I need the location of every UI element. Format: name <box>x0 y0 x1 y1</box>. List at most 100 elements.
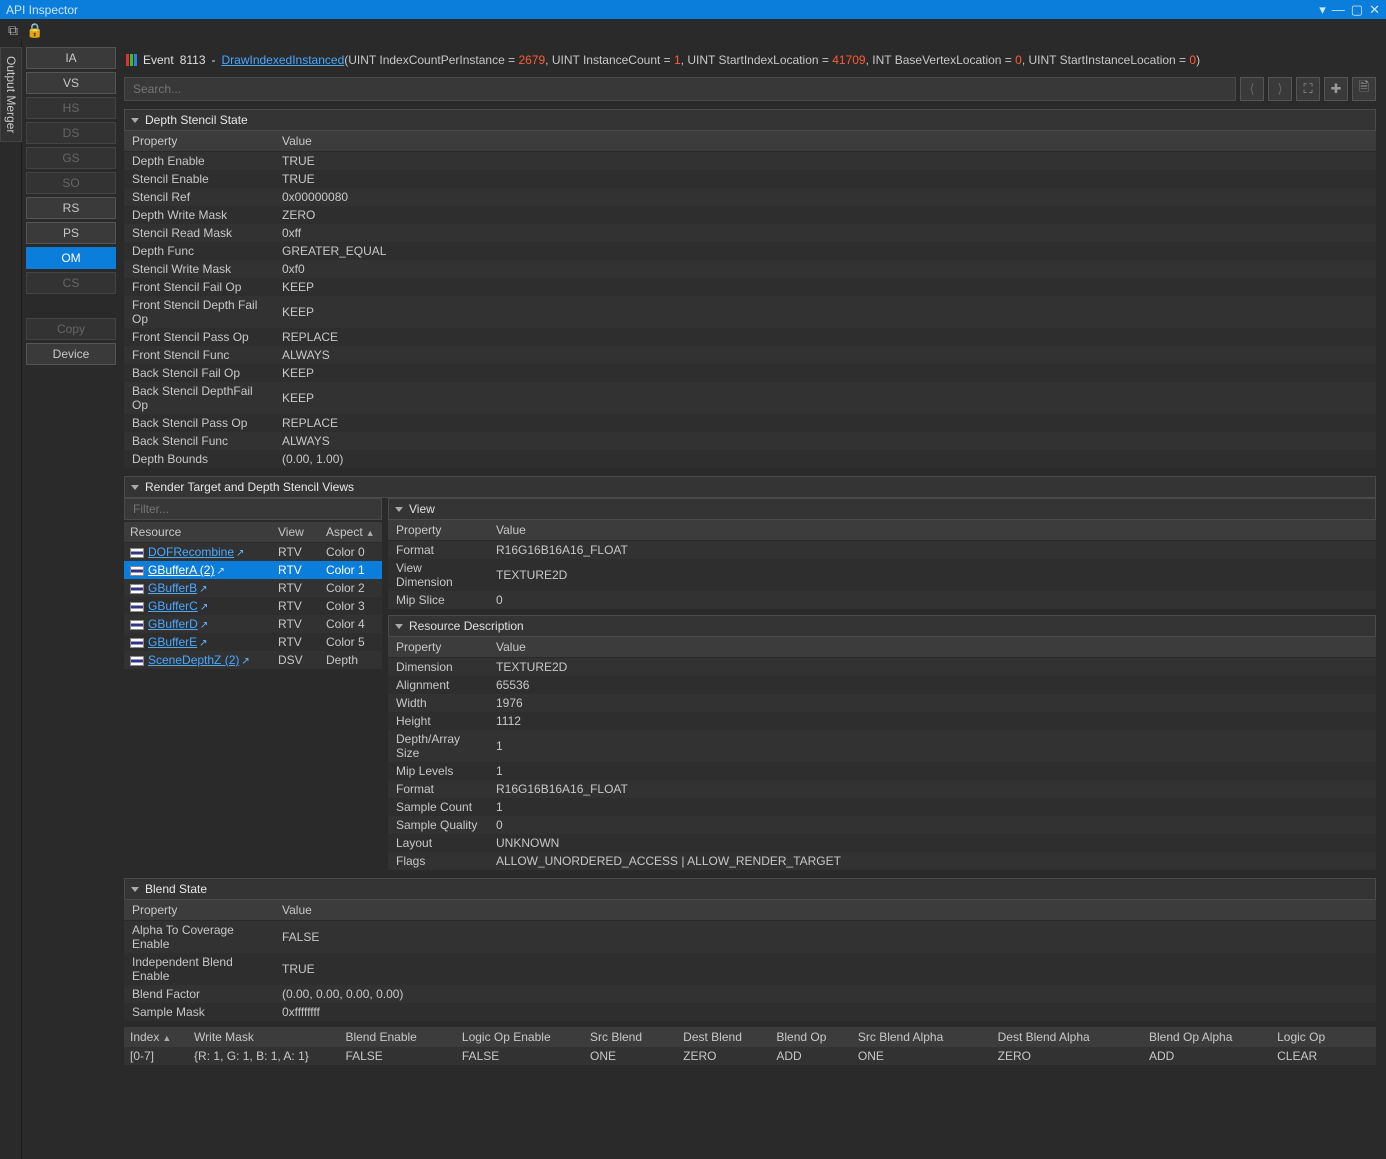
close-icon[interactable]: ✕ <box>1369 2 1380 18</box>
resource-row[interactable]: GBufferE↗RTVColor 5 <box>124 633 382 651</box>
resource-link[interactable]: DOFRecombine <box>148 545 234 559</box>
cell: ADD <box>1143 1047 1271 1065</box>
chevron-down-icon <box>395 507 403 512</box>
col-header[interactable]: Logic Op Enable <box>456 1027 584 1047</box>
cell: ZERO <box>677 1047 770 1065</box>
col-header[interactable]: Index▲ <box>124 1027 188 1047</box>
view-table: Property Value FormatR16G16B16A16_FLOATV… <box>388 520 1376 609</box>
table-row: Depth FuncGREATER_EQUAL <box>124 242 1376 260</box>
resource-link[interactable]: GBufferA (2) <box>148 563 214 577</box>
resource-row[interactable]: GBufferC↗RTVColor 3 <box>124 597 382 615</box>
section-header-render-targets[interactable]: Render Target and Depth Stencil Views <box>124 476 1376 498</box>
prop-cell: Front Stencil Func <box>124 346 274 364</box>
table-row: Front Stencil Fail OpKEEP <box>124 278 1376 296</box>
col-header[interactable]: Blend Op <box>770 1027 852 1047</box>
col-header[interactable]: Src Blend Alpha <box>852 1027 992 1047</box>
popout-icon[interactable]: ↗ <box>199 638 207 649</box>
stage-ps[interactable]: PS <box>26 222 116 244</box>
val-cell: REPLACE <box>274 414 1376 432</box>
section-header-depth-stencil[interactable]: Depth Stencil State <box>124 109 1376 131</box>
minimize-icon[interactable]: — <box>1332 2 1345 18</box>
popout-icon[interactable]: ↗ <box>200 602 208 613</box>
val-cell: 1112 <box>488 712 1376 730</box>
val-cell: 0x00000080 <box>274 188 1376 206</box>
table-row: Stencil Write Mask0xf0 <box>124 260 1376 278</box>
col-header[interactable]: Dest Blend Alpha <box>992 1027 1143 1047</box>
col-header[interactable]: Blend Enable <box>339 1027 455 1047</box>
filter-input[interactable] <box>124 498 382 520</box>
search-input[interactable] <box>124 77 1236 101</box>
table-row: Back Stencil Fail OpKEEP <box>124 364 1376 382</box>
col-header[interactable]: Dest Blend <box>677 1027 770 1047</box>
prop-cell: Front Stencil Depth Fail Op <box>124 296 274 328</box>
next-icon[interactable]: ⟩ <box>1268 77 1292 101</box>
dock-icon[interactable]: ⧉ <box>8 22 18 39</box>
export-icon[interactable]: 🗎 <box>1352 77 1376 101</box>
prop-cell: Alpha To Coverage Enable <box>124 921 274 954</box>
val-cell: (0.00, 0.00, 0.00, 0.00) <box>274 985 1376 1003</box>
window-controls: ▾ — ▢ ✕ <box>1319 2 1380 18</box>
popout-icon[interactable]: ↗ <box>199 584 207 595</box>
section-header-resource-desc[interactable]: Resource Description <box>388 615 1376 637</box>
table-row: Mip Levels1 <box>388 762 1376 780</box>
expand-icon[interactable]: ⛶ <box>1296 77 1320 101</box>
val-cell: UNKNOWN <box>488 834 1376 852</box>
cell: ADD <box>770 1047 852 1065</box>
lock-icon[interactable]: 🔒 <box>26 22 43 39</box>
prop-cell: Flags <box>388 852 488 870</box>
collapse-icon[interactable]: ✚ <box>1324 77 1348 101</box>
table-row: DimensionTEXTURE2D <box>388 658 1376 677</box>
table-row: View DimensionTEXTURE2D <box>388 559 1376 591</box>
resource-row[interactable]: SceneDepthZ (2)↗DSVDepth <box>124 651 382 669</box>
col-header[interactable]: Blend Op Alpha <box>1143 1027 1271 1047</box>
popout-icon[interactable]: ↗ <box>200 620 208 631</box>
cell: FALSE <box>456 1047 584 1065</box>
val-cell: GREATER_EQUAL <box>274 242 1376 260</box>
section-header-blend-state[interactable]: Blend State <box>124 878 1376 900</box>
chevron-down-icon <box>131 887 139 892</box>
resource-link[interactable]: GBufferB <box>148 581 197 595</box>
col-aspect[interactable]: Aspect▲ <box>320 522 382 543</box>
resource-row[interactable]: GBufferB↗RTVColor 2 <box>124 579 382 597</box>
table-row: Stencil Ref0x00000080 <box>124 188 1376 206</box>
event-row: Event 8113 - DrawIndexedInstanced(UINT I… <box>124 45 1376 77</box>
col-property: Property <box>388 637 488 658</box>
table-row: Stencil Read Mask0xff <box>124 224 1376 242</box>
resource-row[interactable]: GBufferD↗RTVColor 4 <box>124 615 382 633</box>
resource-row[interactable]: DOFRecombine↗RTVColor 0 <box>124 543 382 562</box>
table-row: Mip Slice0 <box>388 591 1376 609</box>
tab-output-merger[interactable]: Output Merger <box>0 47 22 142</box>
col-header[interactable]: Logic Op <box>1271 1027 1376 1047</box>
prop-cell: Back Stencil Pass Op <box>124 414 274 432</box>
val-cell: R16G16B16A16_FLOAT <box>488 541 1376 560</box>
resource-link[interactable]: GBufferE <box>148 635 197 649</box>
popout-icon[interactable]: ↗ <box>241 656 249 667</box>
table-row: Front Stencil Pass OpREPLACE <box>124 328 1376 346</box>
device-button[interactable]: Device <box>26 343 116 365</box>
event-color-bars <box>126 54 137 66</box>
col-header[interactable]: Write Mask <box>188 1027 339 1047</box>
draw-call-link[interactable]: DrawIndexedInstanced <box>222 53 345 67</box>
stage-vs[interactable]: VS <box>26 72 116 94</box>
cell: ONE <box>584 1047 677 1065</box>
col-resource[interactable]: Resource <box>124 522 272 543</box>
dropdown-icon[interactable]: ▾ <box>1319 2 1326 18</box>
popout-icon[interactable]: ↗ <box>236 548 244 559</box>
resource-link[interactable]: GBufferD <box>148 617 198 631</box>
resource-row[interactable]: GBufferA (2)↗RTVColor 1 <box>124 561 382 579</box>
stage-rs[interactable]: RS <box>26 197 116 219</box>
val-cell: REPLACE <box>274 328 1376 346</box>
val-cell: 0 <box>488 591 1376 609</box>
resource-link[interactable]: SceneDepthZ (2) <box>148 653 239 667</box>
col-view[interactable]: View <box>272 522 320 543</box>
prev-icon[interactable]: ⟨ <box>1240 77 1264 101</box>
stage-om[interactable]: OM <box>26 247 116 269</box>
stage-ia[interactable]: IA <box>26 47 116 69</box>
cell: ONE <box>852 1047 992 1065</box>
popout-icon[interactable]: ↗ <box>216 566 224 577</box>
resource-link[interactable]: GBufferC <box>148 599 198 613</box>
prop-cell: Layout <box>388 834 488 852</box>
section-header-view[interactable]: View <box>388 498 1376 520</box>
maximize-icon[interactable]: ▢ <box>1351 2 1363 18</box>
col-header[interactable]: Src Blend <box>584 1027 677 1047</box>
